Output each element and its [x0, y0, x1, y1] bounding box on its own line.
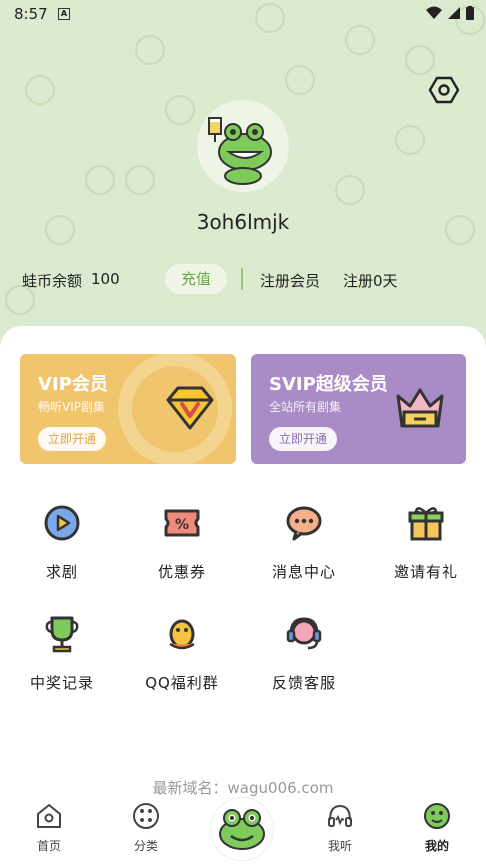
tab-category-label: 分类 [133, 839, 158, 853]
tab-home-label: 首页 [36, 839, 61, 853]
home-icon [37, 804, 61, 828]
battery-icon [466, 6, 474, 20]
menu-item-invite[interactable]: 邀请有礼 [371, 503, 481, 582]
tab-category[interactable]: 分类 [116, 802, 176, 854]
tab-listen[interactable]: 我听 [310, 802, 370, 854]
signal-icon [448, 7, 460, 19]
tab-mine[interactable]: 我的 [407, 802, 467, 854]
coin-value: 100 [91, 270, 120, 288]
frog-avatar-icon [208, 117, 272, 185]
listen-icon [328, 804, 352, 827]
vip-subtitle: 畅听VIP剧集 [38, 400, 105, 414]
mine-icon [424, 803, 450, 829]
menu-item-feedback[interactable]: 反馈客服 [249, 614, 359, 693]
message-icon [286, 506, 322, 541]
vip-card[interactable]: VIP会员 畅听VIP剧集 立即开通 [20, 354, 236, 464]
menu-item-qq-group[interactable]: QQ福利群 [127, 614, 237, 693]
gift-icon [408, 507, 444, 541]
svip-open-button[interactable]: 立即开通 [269, 427, 338, 451]
tab-listen-label: 我听 [327, 839, 352, 853]
status-time: 8:57 [14, 5, 48, 23]
qq-icon [169, 619, 195, 650]
category-icon [133, 803, 159, 829]
vip-title: VIP会员 [38, 374, 108, 395]
menu-label-coupons: 优惠券 [157, 563, 206, 581]
status-icons [426, 6, 474, 20]
svip-card[interactable]: SVIP超级会员 全站所有剧集 立即开通 [251, 354, 466, 464]
coupon-icon: % [164, 509, 200, 537]
recharge-button[interactable]: 充值 [165, 264, 227, 294]
headset-icon [286, 617, 322, 650]
settings-icon[interactable] [428, 74, 460, 106]
register-member-label: 注册会员 [260, 272, 321, 290]
wallet-divider [241, 268, 243, 290]
play-circle-icon [44, 505, 80, 541]
notification-icon: A [58, 8, 70, 20]
frog-logo-icon [219, 809, 265, 850]
menu-item-coupons[interactable]: % 优惠券 [127, 503, 237, 582]
menu-label-request-drama: 求剧 [45, 563, 78, 581]
trophy-icon [45, 616, 79, 653]
wallet-bar: 蛙币余额 100 注册会员 注册0天 [0, 262, 486, 296]
menu-item-prize-records[interactable]: 中奖记录 [7, 614, 117, 693]
svip-subtitle: 全站所有剧集 [269, 400, 342, 414]
coin-label: 蛙币余额 [22, 272, 83, 290]
svg-text:%: % [175, 517, 189, 533]
register-days: 注册0天 [343, 272, 398, 290]
menu-item-messages[interactable]: 消息中心 [249, 503, 359, 582]
domain-notice: 最新域名：wagu006.com [152, 779, 334, 797]
avatar[interactable] [197, 100, 289, 192]
status-bar: 8:57 A [0, 0, 486, 28]
crown-icon [396, 388, 444, 428]
menu-label-feedback: 反馈客服 [271, 674, 336, 692]
tab-home[interactable]: 首页 [19, 802, 79, 854]
menu-label-qq-group: QQ福利群 [145, 674, 219, 692]
menu-label-prize-records: 中奖记录 [29, 674, 94, 692]
menu-label-invite: 邀请有礼 [393, 563, 458, 581]
tab-mine-label: 我的 [424, 839, 449, 853]
menu-label-messages: 消息中心 [271, 563, 336, 581]
vip-open-button[interactable]: 立即开通 [38, 427, 107, 451]
vip-diamond-icon [166, 386, 214, 430]
svip-title: SVIP超级会员 [269, 374, 388, 395]
menu-item-request-drama[interactable]: 求剧 [7, 503, 117, 582]
center-frog-button[interactable] [211, 798, 273, 860]
username: 3oh6lmjk [196, 210, 290, 234]
wifi-icon [426, 6, 442, 19]
